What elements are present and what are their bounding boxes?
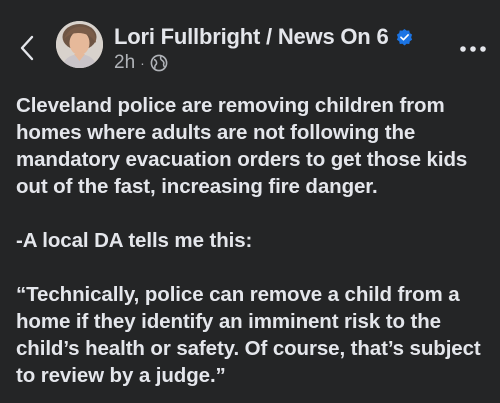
post-header: Lori Fullbright / News On 6 2h · xyxy=(0,0,500,90)
back-button[interactable] xyxy=(12,30,42,70)
verified-badge-icon xyxy=(395,28,414,47)
post-text: Cleveland police are removing children f… xyxy=(16,92,494,403)
chevron-left-icon xyxy=(19,35,35,66)
avatar[interactable] xyxy=(56,21,103,68)
more-options-button[interactable] xyxy=(455,34,491,64)
meta-separator: · xyxy=(140,55,145,71)
author-line: Lori Fullbright / News On 6 xyxy=(114,22,414,52)
post-screen: Lori Fullbright / News On 6 2h · Clevela… xyxy=(0,0,500,403)
post-paragraph: Cleveland police are removing children f… xyxy=(16,94,468,198)
globe-icon xyxy=(150,54,168,72)
post-meta: 2h · xyxy=(114,52,168,74)
post-paragraph: “Technically, police can remove a child … xyxy=(16,283,481,387)
author-name[interactable]: Lori Fullbright / News On 6 xyxy=(114,24,389,50)
more-horizontal-icon xyxy=(459,40,487,58)
post-paragraph: -A local DA tells me this: xyxy=(16,229,253,252)
timestamp[interactable]: 2h xyxy=(114,52,135,74)
